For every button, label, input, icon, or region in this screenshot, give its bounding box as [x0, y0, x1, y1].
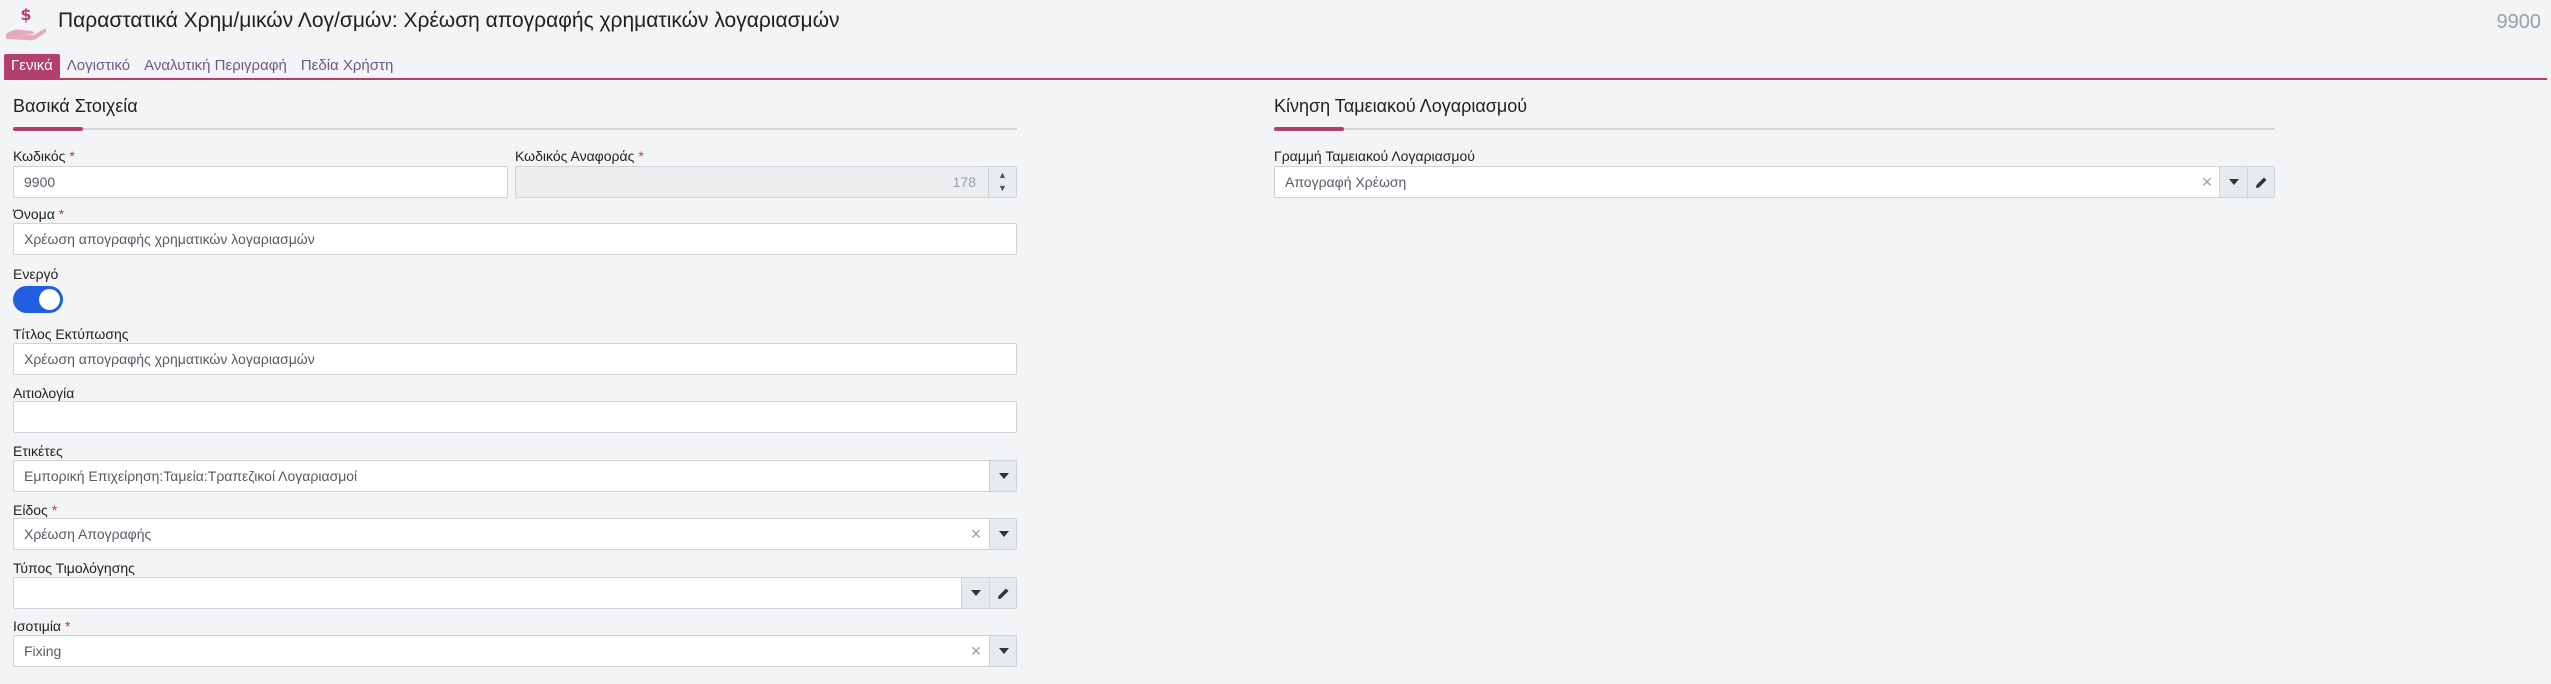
tags-dropdown-button[interactable] [989, 461, 1016, 491]
basic-section-divider [13, 128, 1017, 130]
type-clear-icon[interactable]: × [966, 519, 986, 549]
hand-dollar-icon: $ [6, 5, 47, 41]
cash-line-select[interactable]: Απογραφή Χρέωση × [1274, 166, 2275, 198]
caret-down-icon [970, 590, 981, 596]
parity-clear-icon[interactable]: × [966, 636, 986, 666]
toggle-knob [39, 289, 60, 310]
tab-user-fields[interactable]: Πεδία Χρήστη [294, 54, 400, 78]
tab-detailed-description[interactable]: Αναλυτική Περιγραφή [137, 54, 294, 78]
print-title-field[interactable]: Χρέωση απογραφής χρηματικών λογαριασμών [13, 343, 1017, 375]
invoicing-type-label: Τύπος Τιμολόγησης [13, 560, 135, 576]
type-dropdown-button[interactable] [989, 519, 1016, 549]
stepper-down-icon[interactable]: ▼ [998, 184, 1007, 193]
code-label: Κωδικός * [13, 148, 75, 164]
tags-label: Ετικέτες [13, 443, 63, 459]
basic-section-accent [13, 127, 83, 131]
cash-line-label: Γραμμή Ταμειακού Λογαριασμού [1274, 148, 1475, 164]
tab-underline [4, 78, 2547, 80]
tab-general[interactable]: Γενικά [4, 54, 60, 78]
cash-line-dropdown-button[interactable] [2219, 167, 2247, 197]
cash-line-value: Απογραφή Χρέωση [1285, 174, 1407, 190]
name-label: Όνομα * [13, 206, 65, 222]
basic-section-title: Βασικά Στοιχεία [13, 96, 138, 116]
pencil-icon [2256, 177, 2267, 188]
svg-text:$: $ [20, 5, 31, 24]
active-toggle[interactable] [13, 286, 63, 313]
record-number: 9900 [2496, 11, 2542, 33]
code-field[interactable]: 9900 [13, 166, 508, 198]
caret-down-icon [998, 531, 1009, 537]
cash-line-clear-icon[interactable]: × [2197, 167, 2217, 197]
name-field[interactable]: Χρέωση απογραφής χρηματικών λογαριασμών [13, 223, 1017, 255]
type-select[interactable]: Χρέωση Απογραφής × [13, 518, 1017, 550]
page-header: $ Παραστατικά Χρημ/μικών Λογ/σμών: Χρέωσ… [0, 0, 2551, 48]
tab-bar: Γενικά Λογιστικό Αναλυτική Περιγραφή Πεδ… [4, 54, 400, 78]
pencil-icon [998, 588, 1009, 599]
reason-field[interactable] [13, 401, 1017, 433]
tags-select[interactable]: Εμπορική Επιχείρηση:Ταμεία:Τραπεζικοί Λο… [13, 460, 1017, 492]
print-title-label: Τίτλος Εκτύπωσης [13, 326, 129, 342]
parity-dropdown-button[interactable] [989, 636, 1016, 666]
invoicing-type-dropdown-button[interactable] [961, 578, 989, 608]
cash-section-title: Κίνηση Ταμειακού Λογαριασμού [1274, 96, 1528, 116]
tags-value: Εμπορική Επιχείρηση:Ταμεία:Τραπεζικοί Λο… [24, 468, 358, 484]
parity-select[interactable]: Fixing × [13, 635, 1017, 667]
ref-code-label: Κωδικός Αναφοράς * [515, 148, 644, 164]
page-title: Παραστατικά Χρημ/μικών Λογ/σμών: Χρέωση … [58, 9, 840, 32]
parity-value: Fixing [24, 643, 62, 659]
caret-down-icon [998, 473, 1009, 479]
cash-section-divider [1274, 128, 2275, 130]
reason-label: Αιτιολογία [13, 385, 75, 401]
type-label: Είδος * [13, 502, 58, 518]
ref-code-stepper[interactable]: ▲ ▼ [988, 167, 1016, 197]
cash-line-edit-button[interactable] [2247, 167, 2274, 197]
stepper-up-icon[interactable]: ▲ [998, 171, 1007, 180]
parity-label: Ισοτιμία * [13, 618, 71, 634]
invoicing-type-edit-button[interactable] [989, 578, 1016, 608]
ref-code-value: 178 [952, 174, 976, 190]
active-label: Ενεργό [13, 266, 59, 282]
type-value: Χρέωση Απογραφής [24, 526, 152, 542]
caret-down-icon [2228, 179, 2239, 185]
cash-section-accent [1274, 127, 1344, 131]
caret-down-icon [998, 648, 1009, 654]
tab-accounting[interactable]: Λογιστικό [60, 54, 137, 78]
ref-code-field: 178 ▲ ▼ [515, 166, 1017, 198]
invoicing-type-select[interactable] [13, 577, 1017, 609]
